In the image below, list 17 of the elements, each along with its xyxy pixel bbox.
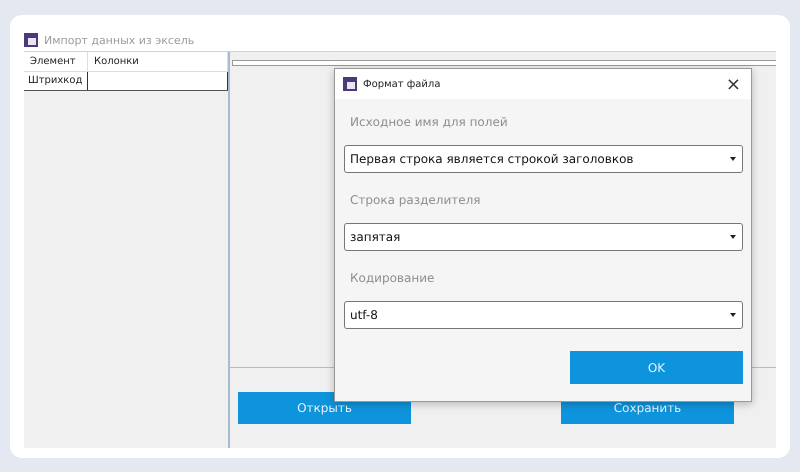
close-button[interactable]: × [724, 74, 743, 94]
column-header[interactable]: Колонки [88, 52, 228, 72]
window-title: Импорт данных из эксель [44, 34, 194, 46]
dropdown[interactable]: Первая строка является строкой заголовков [344, 145, 743, 173]
caret-icon [730, 235, 736, 239]
column-header[interactable]: Элемент [24, 52, 88, 72]
field-label: Строка разделителя [349, 193, 482, 207]
caret-icon [730, 157, 736, 161]
app-icon [24, 33, 38, 47]
dropdown[interactable]: запятая [344, 223, 743, 251]
app-icon [343, 77, 357, 91]
dialog-title: Формат файла [363, 78, 442, 90]
caret-icon [730, 313, 736, 317]
dropdown[interactable]: utf-8 [344, 301, 743, 329]
table-cell: Штрихкод [24, 72, 88, 90]
field-label: Кодирование [349, 271, 436, 285]
field-label: Исходное имя для полей [349, 115, 509, 129]
